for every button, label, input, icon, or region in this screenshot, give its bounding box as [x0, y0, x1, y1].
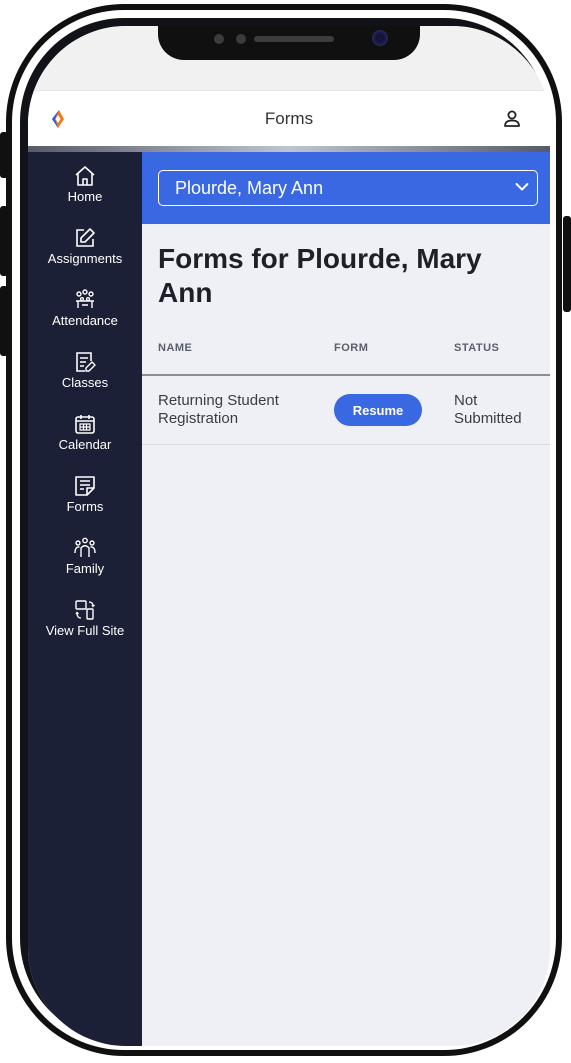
forms-icon	[75, 476, 95, 496]
sidebar-item-label: Attendance	[52, 313, 118, 328]
student-select-value: Plourde, Mary Ann	[175, 178, 324, 198]
sidebar: Home Assignments Attendance Classes Cale…	[28, 152, 142, 1046]
sidebar-item-forms[interactable]: Forms	[28, 468, 142, 528]
attendance-icon	[76, 289, 94, 308]
notch	[158, 26, 420, 60]
column-header-status: STATUS	[454, 342, 500, 354]
resume-button[interactable]: Resume	[334, 394, 422, 426]
home-icon	[75, 166, 95, 186]
phone-screen: Forms Home Assignments Attendance Classe…	[28, 26, 550, 1046]
student-select[interactable]: Plourde, Mary Ann	[158, 170, 538, 206]
speaker-grill	[254, 36, 334, 42]
classes-icon	[76, 352, 96, 372]
user-icon[interactable]	[502, 109, 522, 129]
sidebar-item-assignments[interactable]: Assignments	[28, 220, 142, 280]
phone-volume-up-button	[0, 206, 8, 276]
sidebar-item-family[interactable]: Family	[28, 530, 142, 590]
sidebar-item-attendance[interactable]: Attendance	[28, 282, 142, 342]
sidebar-item-label: Calendar	[58, 437, 112, 452]
column-header-form: FORM	[334, 342, 369, 354]
form-name-cell: Returning Student Registration	[158, 392, 279, 427]
sidebar-item-label: Classes	[61, 375, 109, 390]
status-area	[28, 26, 550, 90]
phone-volume-down-button	[0, 286, 8, 356]
sidebar-item-label: Forms	[66, 499, 104, 514]
column-header-name: NAME	[158, 342, 193, 354]
main-content: Plourde, Mary Ann Forms for Plourde, Mar…	[142, 152, 550, 1046]
sidebar-item-classes[interactable]: Classes	[28, 344, 142, 404]
sensor-dot	[236, 34, 246, 44]
sidebar-item-label: View Full Site	[45, 623, 125, 638]
phone-side-button	[0, 132, 8, 178]
student-selector-band: Plourde, Mary Ann	[142, 152, 550, 224]
sidebar-item-label: Family	[65, 561, 105, 576]
page-heading: Forms for Plourde, Mary Ann	[158, 243, 482, 308]
sensor-dot	[214, 34, 224, 44]
device-switch-icon	[75, 600, 95, 620]
app-header: Forms	[28, 90, 550, 147]
pencil-square-icon	[76, 228, 95, 247]
sidebar-item-home[interactable]: Home	[28, 158, 142, 218]
page-title: Forms	[264, 109, 314, 128]
calendar-icon	[75, 415, 95, 434]
sidebar-item-calendar[interactable]: Calendar	[28, 406, 142, 466]
phone-power-button	[563, 216, 571, 312]
sidebar-item-label: Home	[67, 189, 103, 204]
chevron-down-icon	[515, 183, 529, 191]
family-icon	[74, 537, 96, 557]
front-camera	[372, 30, 388, 46]
status-cell: Not Submitted	[454, 392, 522, 427]
header-divider-line	[142, 374, 550, 376]
sidebar-item-label: Assignments	[47, 251, 123, 266]
sidebar-item-view-full-site[interactable]: View Full Site	[28, 592, 142, 652]
row-divider	[142, 444, 550, 445]
